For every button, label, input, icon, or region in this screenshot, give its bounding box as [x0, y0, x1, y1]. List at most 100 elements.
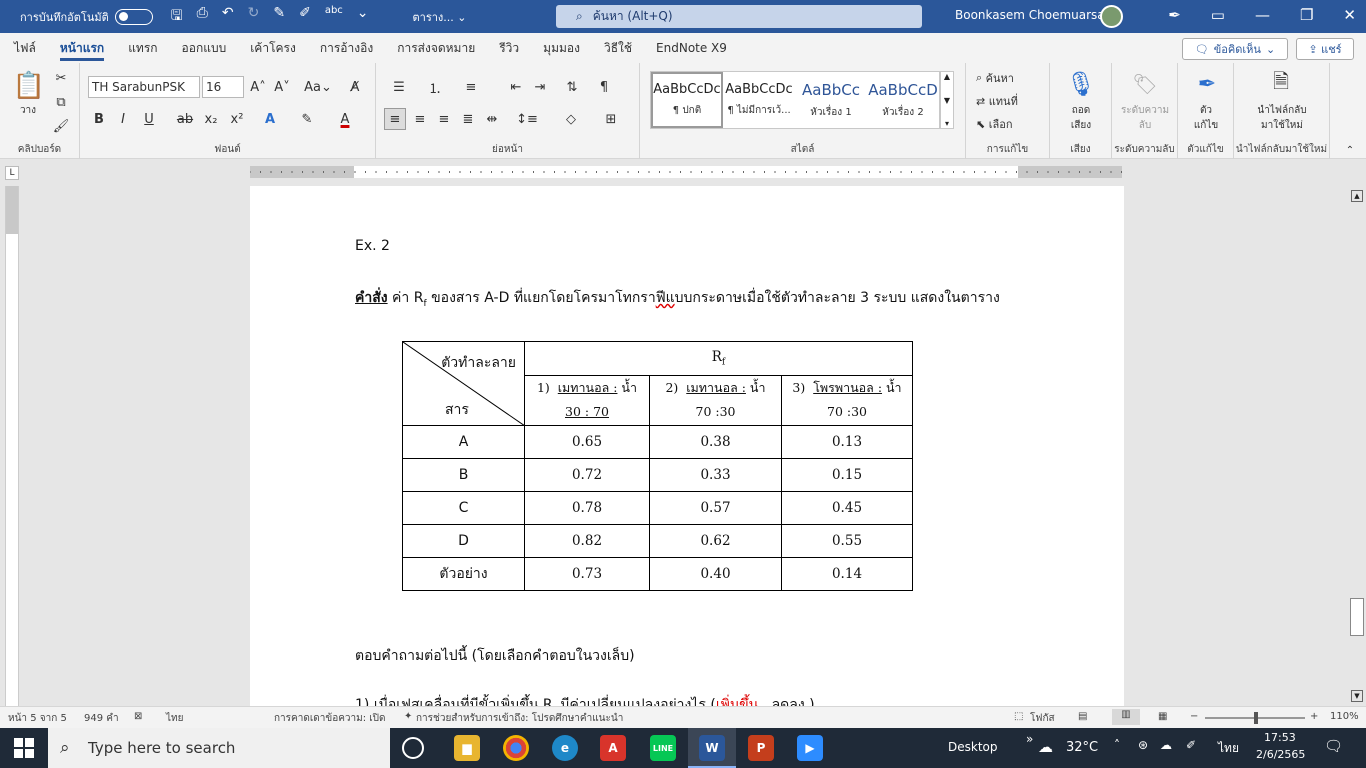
chrome-icon[interactable] — [503, 735, 529, 761]
sensitivity-icon[interactable]: 🏷 — [1130, 69, 1160, 99]
style-heading-1[interactable]: AaBbCc หัวเรื่อง 1 — [795, 72, 867, 128]
tab-file[interactable]: ไฟล์ — [14, 33, 36, 63]
microphone-icon[interactable]: 🎙 — [1066, 67, 1096, 101]
tab-review[interactable]: รีวิว — [499, 33, 519, 63]
sensitivity-label[interactable]: ระดับความ ลับ — [1116, 103, 1174, 133]
change-case-icon[interactable]: Aa⌄ — [302, 77, 334, 97]
distributed-icon[interactable]: ⇹ — [482, 108, 502, 130]
vertical-scrollbar[interactable]: ▲ ▼ — [1348, 186, 1366, 706]
page-count[interactable]: หน้า 5 จาก 5 — [8, 711, 67, 726]
reuse-files-icon[interactable]: 🗎 — [1266, 69, 1296, 99]
network-icon[interactable]: ⊛ — [1138, 738, 1148, 752]
minimize-icon[interactable]: — — [1255, 6, 1270, 24]
document-page[interactable]: Ex. 2 คำสั่ง ค่า Rf ของสาร A-D ที่แยกโดย… — [250, 186, 1124, 706]
zoom-in-icon[interactable]: + — [1310, 711, 1318, 722]
italic-icon[interactable]: I — [114, 109, 132, 129]
tab-layout[interactable]: เค้าโครง — [250, 33, 296, 63]
underline-icon[interactable]: U — [138, 109, 160, 129]
sort-icon[interactable]: ⇅ — [562, 77, 582, 97]
tab-insert[interactable]: แทรก — [128, 33, 157, 63]
focus-icon[interactable]: ⬚ — [1014, 711, 1023, 722]
increase-indent-icon[interactable]: ⇥ — [530, 77, 550, 97]
zoom-out-icon[interactable]: − — [1190, 711, 1198, 722]
read-mode-icon[interactable]: ▤ — [1078, 711, 1087, 722]
font-name-dropdown[interactable]: TH SarabunPSK — [88, 76, 200, 98]
dictate-label[interactable]: ถอด เสียง — [1056, 103, 1106, 133]
show-hidden-icons-icon[interactable]: ˄ — [1114, 738, 1120, 752]
pen-icon[interactable]: ✒ — [1168, 6, 1181, 24]
collapse-ribbon-icon[interactable]: ⌃ — [1342, 143, 1358, 157]
select-button[interactable]: ⬉ เลือก — [976, 115, 1046, 133]
cut-icon[interactable]: ✂ — [52, 69, 70, 87]
subscript-icon[interactable]: x₂ — [200, 109, 222, 129]
scroll-down-icon[interactable]: ▼ — [1351, 690, 1363, 702]
user-name[interactable]: Boonkasem Choemuarsat — [955, 8, 1109, 22]
edge-icon[interactable]: e — [552, 735, 578, 761]
bold-icon[interactable]: B — [90, 109, 108, 129]
vertical-ruler[interactable] — [5, 186, 19, 706]
comments-button[interactable]: 🗨 ข้อคิดเห็น ⌄ — [1182, 38, 1288, 60]
align-left-icon[interactable]: ≡ — [384, 108, 406, 130]
draw-icon[interactable]: ✎ — [273, 5, 285, 29]
editor-icon[interactable]: ✒ — [1192, 69, 1222, 99]
cortana-icon[interactable] — [402, 737, 424, 759]
clock-date[interactable]: 2/6/2565 — [1256, 748, 1305, 761]
highlight-icon[interactable]: ✎ — [292, 109, 322, 129]
line-spacing-icon[interactable]: ↕≡ — [512, 108, 542, 130]
tab-design[interactable]: ออกแบบ — [182, 33, 227, 63]
proofing-icon[interactable]: ⊠ — [134, 711, 142, 722]
reuse-files-label[interactable]: นำไฟล์กลับ มาใช้ใหม่ — [1238, 103, 1326, 133]
zoom-level[interactable]: 110% — [1330, 711, 1359, 722]
windows-start-icon[interactable] — [14, 738, 34, 758]
scroll-up-icon[interactable]: ▲ — [1351, 190, 1363, 202]
word-count[interactable]: 949 คำ — [84, 711, 119, 726]
desktop-toolbar-label[interactable]: Desktop — [948, 740, 998, 754]
find-button[interactable]: ⌕ ค้นหา — [976, 69, 1046, 87]
style-no-spacing[interactable]: AaBbCcDc ¶ ไม่มีการเว้... — [723, 72, 795, 128]
styles-scroll[interactable]: ▲ ▼ ▾ — [940, 71, 954, 129]
notifications-icon[interactable]: 🗨 — [1324, 737, 1343, 755]
zoom-app-icon[interactable]: ▶ — [797, 735, 823, 761]
print-preview-icon[interactable]: ⎙ — [197, 5, 208, 29]
tab-mailings[interactable]: การส่งจดหมาย — [397, 33, 475, 63]
tab-view[interactable]: มุมมอง — [543, 33, 580, 63]
restore-icon[interactable]: ❐ — [1300, 6, 1313, 24]
zoom-slider-thumb[interactable] — [1254, 712, 1258, 724]
borders-icon[interactable]: ⊞ — [596, 108, 626, 130]
font-size-dropdown[interactable]: 16 — [202, 76, 244, 98]
style-heading-2[interactable]: AaBbCcD หัวเรื่อง 2 — [867, 72, 939, 128]
undo-icon[interactable]: ↶ — [222, 5, 234, 29]
search-box[interactable]: ⌕ ค้นหา (Alt+Q) — [556, 5, 922, 28]
tab-endnote[interactable]: EndNote X9 — [656, 33, 727, 63]
text-effects-icon[interactable]: A — [256, 109, 284, 129]
language-indicator[interactable]: ไทย — [166, 711, 183, 726]
word-icon[interactable]: W — [699, 735, 725, 761]
justify-icon[interactable]: ≣ — [458, 108, 478, 130]
replace-button[interactable]: ⇄ แทนที่ — [976, 92, 1046, 110]
font-color-icon[interactable]: A — [330, 109, 360, 129]
chevron-up-icon[interactable]: ▲ — [944, 72, 950, 81]
spelling-error[interactable]: ฟีแ — [656, 290, 675, 306]
align-center-icon[interactable]: ≡ — [410, 108, 430, 130]
shading-icon[interactable]: ◇ — [556, 108, 586, 130]
autosave-toggle[interactable] — [114, 8, 153, 25]
clear-formatting-icon[interactable]: A̸ — [344, 77, 366, 97]
editor-label[interactable]: ตัว แก้ไข — [1182, 103, 1230, 133]
superscript-icon[interactable]: x² — [226, 109, 248, 129]
tab-home[interactable]: หน้าแรก — [59, 33, 105, 63]
onedrive-icon[interactable]: ☁ — [1160, 738, 1172, 752]
grow-font-icon[interactable]: A˄ — [248, 77, 268, 97]
scroll-thumb[interactable] — [1350, 598, 1364, 636]
taskbar-search[interactable]: ⌕ Type here to search — [48, 728, 390, 768]
accessibility-status[interactable]: การช่วยสำหรับการเข้าถึง: โปรดศึกษาคำแนะน… — [416, 711, 623, 726]
input-language[interactable]: ไทย — [1218, 739, 1239, 758]
ink-icon[interactable]: ✐ — [299, 5, 311, 29]
style-normal[interactable]: AaBbCcDc ¶ ปกติ — [651, 72, 723, 128]
paste-label[interactable]: วาง — [10, 103, 46, 117]
powerpoint-icon[interactable]: P — [748, 735, 774, 761]
spelling-icon[interactable]: abc — [325, 5, 343, 29]
print-layout-icon[interactable]: ▥ — [1112, 709, 1140, 725]
strikethrough-icon[interactable]: ab — [174, 109, 196, 129]
paste-icon[interactable]: 📋 — [12, 69, 46, 103]
temperature[interactable]: 32°C — [1066, 740, 1098, 755]
